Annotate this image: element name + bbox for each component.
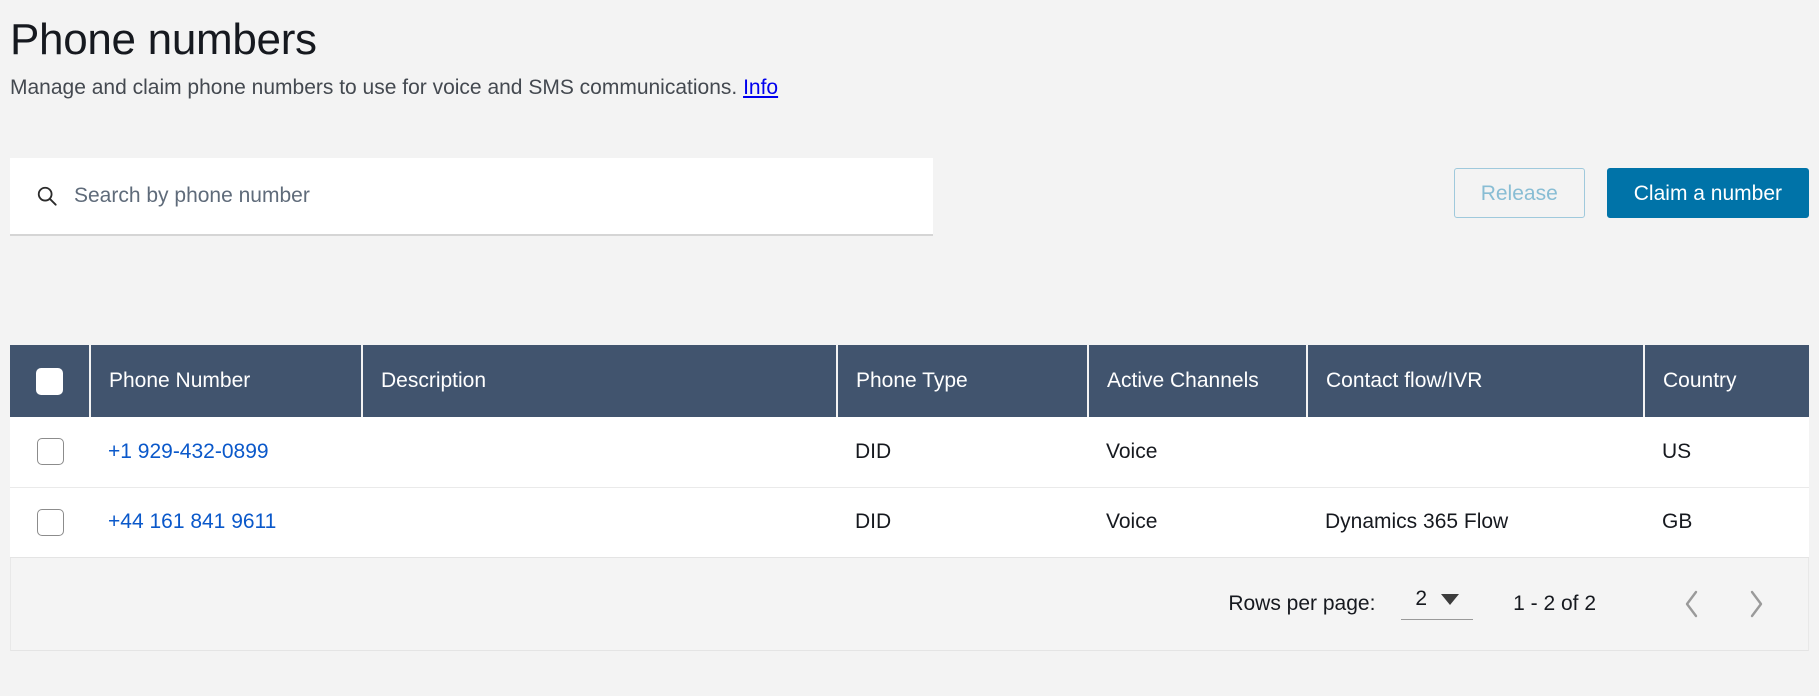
table-row[interactable]: +1 929-432-0899 DID Voice US bbox=[10, 417, 1809, 488]
column-header-contact-flow-ivr[interactable]: Contact flow/IVR bbox=[1306, 345, 1644, 417]
toolbar-actions: Release Claim a number bbox=[1453, 168, 1809, 218]
row-select-cell bbox=[10, 417, 90, 488]
table-header-row: Phone Number Description Phone Type Acti… bbox=[10, 345, 1809, 417]
cell-description bbox=[362, 487, 837, 558]
rows-per-page-value: 2 bbox=[1415, 587, 1428, 610]
cell-description bbox=[362, 417, 837, 488]
search-box[interactable] bbox=[10, 158, 933, 236]
phone-numbers-table-wrapper: Phone Number Description Phone Type Acti… bbox=[10, 345, 1809, 651]
phone-numbers-page: Phone numbers Manage and claim phone num… bbox=[0, 0, 1819, 696]
column-header-phone-number[interactable]: Phone Number bbox=[89, 345, 362, 417]
search-input[interactable] bbox=[74, 184, 854, 208]
column-header-phone-type[interactable]: Phone Type bbox=[836, 345, 1088, 417]
rows-per-page-label: Rows per page: bbox=[1228, 591, 1376, 615]
chevron-right-icon bbox=[1750, 590, 1763, 617]
cell-phone-number: +44 161 841 9611 bbox=[90, 487, 362, 558]
row-checkbox[interactable] bbox=[36, 438, 64, 466]
pagination-range-label: 1 - 2 of 2 bbox=[1513, 591, 1596, 615]
toolbar: Release Claim a number bbox=[10, 158, 1809, 236]
chevron-left-icon bbox=[1685, 590, 1698, 617]
info-link[interactable]: Info bbox=[743, 76, 778, 99]
chevron-down-icon bbox=[1441, 593, 1460, 605]
table-header: Phone Number Description Phone Type Acti… bbox=[10, 345, 1809, 417]
next-page-button[interactable] bbox=[1734, 582, 1778, 626]
claim-a-number-button[interactable]: Claim a number bbox=[1606, 168, 1809, 218]
phone-number-link[interactable]: +44 161 841 9611 bbox=[108, 510, 276, 533]
release-button[interactable]: Release bbox=[1453, 168, 1585, 218]
cell-contact-flow: Dynamics 365 Flow bbox=[1307, 487, 1644, 558]
cell-phone-type: DID bbox=[837, 487, 1088, 558]
previous-page-button[interactable] bbox=[1670, 582, 1714, 626]
cell-country: US bbox=[1644, 417, 1809, 488]
phone-number-link[interactable]: +1 929-432-0899 bbox=[108, 440, 269, 463]
table-row[interactable]: +44 161 841 9611 DID Voice Dynamics 365 … bbox=[10, 487, 1809, 558]
row-checkbox[interactable] bbox=[36, 508, 64, 536]
page-subtitle-text: Manage and claim phone numbers to use fo… bbox=[10, 76, 738, 99]
select-all-header bbox=[10, 345, 90, 417]
cell-contact-flow bbox=[1307, 417, 1644, 488]
select-all-checkbox[interactable] bbox=[36, 367, 63, 395]
row-select-cell bbox=[10, 487, 90, 558]
table-footer: Rows per page: 2 1 - 2 of 2 bbox=[10, 557, 1809, 651]
cell-phone-type: DID bbox=[837, 417, 1088, 488]
rows-per-page-select[interactable]: 2 bbox=[1401, 587, 1474, 620]
cell-phone-number: +1 929-432-0899 bbox=[90, 417, 362, 488]
cell-country: GB bbox=[1644, 487, 1809, 558]
column-header-active-channels[interactable]: Active Channels bbox=[1087, 345, 1307, 417]
search-icon bbox=[37, 186, 57, 206]
page-subtitle: Manage and claim phone numbers to use fo… bbox=[10, 74, 1809, 102]
cell-active-channels: Voice bbox=[1088, 487, 1307, 558]
cell-active-channels: Voice bbox=[1088, 417, 1307, 488]
table-body: +1 929-432-0899 DID Voice US +44 161 841… bbox=[10, 417, 1809, 558]
page-title: Phone numbers bbox=[10, 15, 317, 64]
column-header-description[interactable]: Description bbox=[361, 345, 837, 417]
phone-numbers-table: Phone Number Description Phone Type Acti… bbox=[10, 345, 1809, 558]
column-header-country[interactable]: Country bbox=[1643, 345, 1809, 417]
